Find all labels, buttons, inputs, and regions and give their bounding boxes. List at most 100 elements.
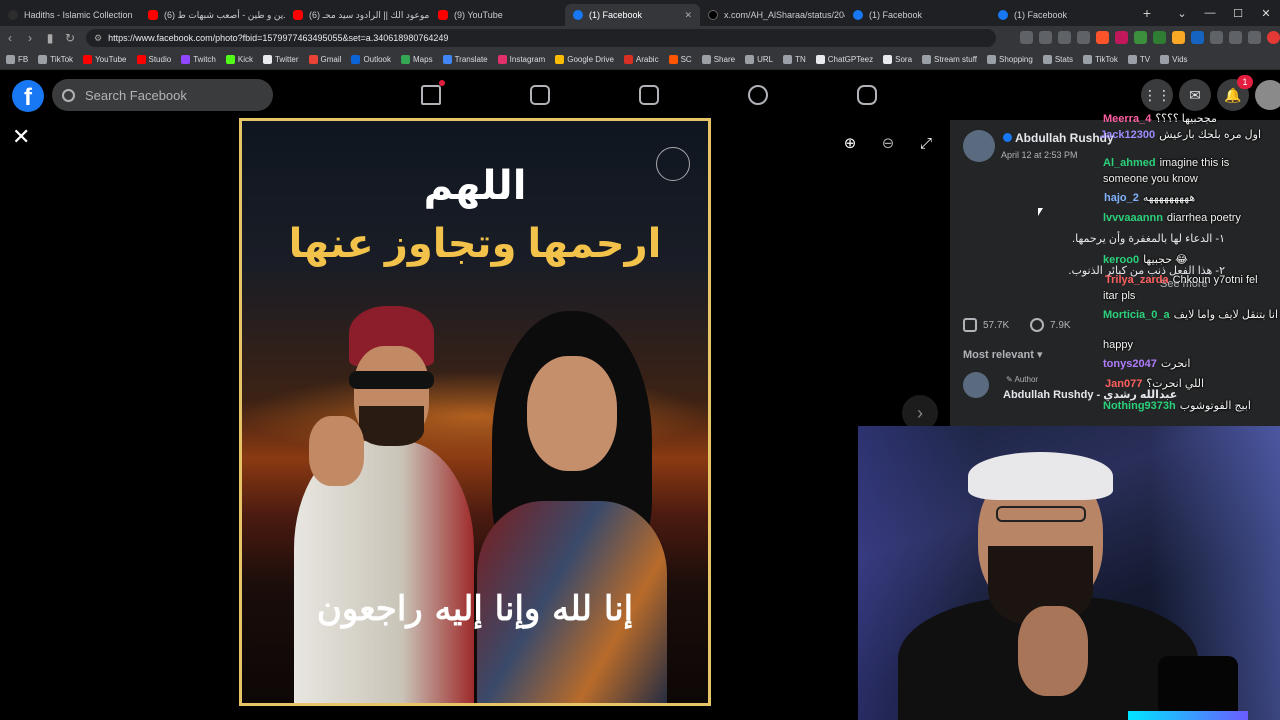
- man-sunglasses: [349, 371, 434, 389]
- browser-tab[interactable]: (6) دين و طين - أصعب شبهات ط...: [140, 4, 285, 26]
- streamer-glasses: [996, 506, 1086, 522]
- facebook-logo[interactable]: f: [12, 80, 44, 112]
- bookmark-item[interactable]: Sora: [883, 55, 912, 64]
- tab-list-icon[interactable]: ⌄: [1168, 7, 1196, 20]
- bookmark-item[interactable]: Twitch: [181, 55, 216, 64]
- chat-message: happy: [1103, 338, 1133, 353]
- minimize-icon[interactable]: —: [1196, 7, 1224, 19]
- new-tab-button[interactable]: +: [1135, 5, 1159, 21]
- bookmark-icon: [181, 55, 191, 64]
- profile-icon[interactable]: [1267, 31, 1280, 44]
- groups-icon[interactable]: [748, 85, 768, 105]
- bookmark-item[interactable]: Arabic: [623, 55, 659, 64]
- puzzle-icon[interactable]: [1210, 31, 1223, 44]
- bookmark-item[interactable]: Instagram: [497, 55, 545, 64]
- bookmark-item[interactable]: ChatGPTeez: [815, 55, 873, 64]
- extension-icon[interactable]: [1191, 31, 1204, 44]
- bookmark-label: TV: [1139, 55, 1151, 64]
- marketplace-icon[interactable]: [639, 85, 659, 105]
- extension-icon[interactable]: [1153, 31, 1166, 44]
- man-beard: [359, 406, 424, 446]
- close-icon[interactable]: ✕: [12, 124, 30, 150]
- reload-icon[interactable]: ↻: [60, 31, 80, 45]
- bookmark-item[interactable]: Outlook: [351, 55, 391, 64]
- extension-icon[interactable]: [1134, 31, 1147, 44]
- messenger-icon[interactable]: ✉: [1179, 79, 1211, 111]
- comment-avatar[interactable]: [963, 372, 989, 398]
- comment-sort-dropdown[interactable]: Most relevant ▾: [963, 348, 1043, 361]
- author-avatar[interactable]: [963, 130, 995, 162]
- browser-tab[interactable]: (1) Facebook: [990, 4, 1135, 26]
- profile-avatar[interactable]: [1255, 80, 1280, 110]
- browser-tab[interactable]: Hadiths - Islamic Collection: [0, 4, 140, 26]
- gaming-icon[interactable]: [857, 85, 877, 105]
- bookmark-icon: [401, 55, 411, 64]
- bookmark-item[interactable]: Gmail: [308, 55, 341, 64]
- star-icon[interactable]: [1077, 31, 1090, 44]
- bookmark-item[interactable]: Stats: [1042, 55, 1073, 64]
- back-icon[interactable]: ‹: [0, 31, 20, 45]
- tab-title: (6) موعود الك || الرادود سيد محـ...: [309, 9, 430, 20]
- close-tab-icon[interactable]: ✕: [678, 10, 692, 21]
- facebook-search[interactable]: Search Facebook: [52, 79, 273, 111]
- bookmark-item[interactable]: URL: [745, 55, 773, 64]
- bookmark-item[interactable]: TikTok: [38, 55, 73, 64]
- bookmark-item[interactable]: Vids: [1160, 55, 1188, 64]
- browser-tab[interactable]: (1) Facebook: [845, 4, 990, 26]
- fullscreen-icon[interactable]: ⤢: [914, 132, 938, 156]
- zoom-out-icon[interactable]: ⊖: [876, 132, 900, 156]
- facebook-favicon-icon: [853, 10, 863, 20]
- x-favicon-icon: [708, 10, 718, 20]
- bookmark-item[interactable]: Twitter: [262, 55, 299, 64]
- woman-figure: [477, 311, 667, 703]
- chat-message: Nothing9373h ابيج الفوتوشوب: [1103, 399, 1251, 414]
- zoom-in-icon[interactable]: ⊕: [838, 132, 862, 156]
- bookmark-item[interactable]: TikTok: [1083, 55, 1118, 64]
- bookmark-icon: [668, 55, 678, 64]
- bookmark-item[interactable]: TN: [783, 55, 806, 64]
- bookmark-item[interactable]: Stream stuff: [922, 55, 977, 64]
- bookmark-item[interactable]: TV: [1127, 55, 1151, 64]
- bookmark-item[interactable]: Maps: [401, 55, 433, 64]
- bookmark-item[interactable]: Kick: [225, 55, 253, 64]
- share-icon[interactable]: [1058, 31, 1071, 44]
- comment-count[interactable]: 7.9K: [1030, 318, 1071, 332]
- post-timestamp[interactable]: April 12 at 2:53 PM: [1001, 150, 1078, 160]
- bookmark-item[interactable]: Studio: [136, 55, 171, 64]
- cast-icon[interactable]: [1020, 31, 1033, 44]
- sidebar-icon[interactable]: [1229, 31, 1242, 44]
- forward-icon[interactable]: ›: [20, 31, 40, 45]
- browser-tab[interactable]: (1) Facebook ✕: [565, 4, 700, 26]
- browser-tab[interactable]: (6) موعود الك || الرادود سيد محـ...: [285, 4, 430, 26]
- author-tag: ✎ Author: [1006, 375, 1039, 384]
- brave-rewards-icon[interactable]: [1115, 31, 1128, 44]
- bookmark-item[interactable]: FB: [6, 55, 28, 64]
- like-count[interactable]: 57.7K: [963, 318, 1009, 332]
- address-bar[interactable]: ⚙ https://www.facebook.com/photo?fbid=15…: [86, 29, 996, 47]
- bookmark-icon: [783, 55, 793, 64]
- tab-title: (1) Facebook: [869, 10, 923, 20]
- browser-tab[interactable]: (9) YouTube: [430, 4, 565, 26]
- extension-icon[interactable]: [1172, 31, 1185, 44]
- bookmark-item[interactable]: Translate: [442, 55, 488, 64]
- bookmark-item[interactable]: Google Drive: [555, 55, 614, 64]
- bookmark-item[interactable]: Share: [701, 55, 735, 64]
- bookmark-item[interactable]: SC: [668, 55, 692, 64]
- brave-shield-icon[interactable]: [1096, 31, 1109, 44]
- bookmark-item[interactable]: YouTube: [83, 55, 127, 64]
- bookmark-item[interactable]: Shopping: [987, 55, 1033, 64]
- zoom-icon[interactable]: [1039, 31, 1052, 44]
- menu-grid-icon[interactable]: ⋮⋮: [1141, 79, 1173, 111]
- maximize-icon[interactable]: ☐: [1224, 7, 1252, 20]
- bookmark-icon: [351, 55, 361, 64]
- video-icon[interactable]: [530, 85, 550, 105]
- bookmark-icon[interactable]: ▮: [40, 31, 60, 45]
- chat-username: Jan077: [1105, 378, 1143, 390]
- home-icon[interactable]: [421, 80, 445, 105]
- media-icon[interactable]: [1248, 31, 1261, 44]
- browser-tab[interactable]: x.com/AH_AlSharaa/status/2043...: [700, 4, 845, 26]
- site-info-icon[interactable]: ⚙: [94, 33, 102, 44]
- chat-username: Trilya_zarda: [1105, 274, 1169, 286]
- close-window-icon[interactable]: ✕: [1252, 7, 1280, 20]
- bookmark-label: Translate: [454, 55, 488, 64]
